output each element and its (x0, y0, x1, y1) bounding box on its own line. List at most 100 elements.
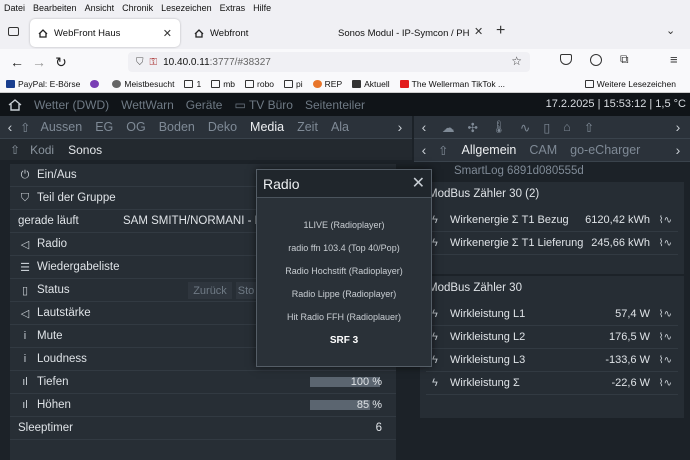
tab-media[interactable]: Media (250, 120, 284, 134)
pocket-icon[interactable] (560, 54, 572, 65)
tab-alarm[interactable]: Ala (331, 120, 349, 134)
bin-icon[interactable]: ▯ (543, 120, 550, 135)
subtab-kodi[interactable]: Kodi (30, 143, 54, 157)
bookmark-wellerman[interactable]: The Wellerman TikTok ... (399, 79, 505, 89)
bookmark-weitere[interactable]: Weitere Lesezeichen (584, 79, 676, 89)
menu-datei[interactable]: Datei (4, 3, 25, 13)
forward-button[interactable]: → (28, 54, 50, 70)
close-icon[interactable]: ✕ (163, 27, 172, 40)
tab-cam[interactable]: CAM (529, 143, 557, 157)
chevron-left-icon[interactable]: ‹ (414, 119, 434, 135)
bookmark-aktuell[interactable]: Aktuell (352, 79, 390, 89)
trend-icon[interactable]: ⌇∿ (659, 355, 672, 366)
trend-icon[interactable]: ⌇∿ (659, 215, 672, 226)
tab-label: WebFront Haus (54, 27, 121, 39)
bass-value: 100 % (350, 376, 382, 388)
tab-aussen[interactable]: Aussen (40, 120, 82, 134)
menu-chronik[interactable]: Chronik (122, 3, 153, 13)
meter-row: ϟ Wirkleistung Σ -22,6 W ⌇∿ (426, 372, 678, 395)
close-icon[interactable]: ✕ (412, 173, 425, 193)
bookmark-folder-robo[interactable]: robo (245, 79, 274, 89)
tree-icon[interactable]: ⇧ (20, 120, 30, 135)
status-stop-button[interactable]: Sto (236, 282, 256, 299)
radio-option[interactable]: 1LIVE (Radioplayer) (257, 220, 431, 230)
bolt-icon: ϟ (432, 308, 438, 320)
charger-icon[interactable]: ⌂ (563, 120, 571, 134)
bookmark-star-icon[interactable]: ☆ (511, 54, 522, 68)
radio-option[interactable]: Hit Radio FFH (Radioplauer) (257, 312, 431, 322)
new-tab-button[interactable]: + (496, 22, 505, 40)
chevron-left-icon[interactable]: ‹ (0, 119, 20, 135)
tree-icon[interactable]: ⇧ (584, 120, 594, 135)
bookmark-rep[interactable]: REP (312, 79, 342, 89)
tree-icon[interactable]: ⇧ (438, 143, 448, 158)
tab-go-echarger[interactable]: go-eCharger (570, 143, 640, 157)
tree-icon[interactable]: ⇧ (10, 143, 20, 157)
reload-button[interactable]: ↻ (50, 54, 72, 71)
radio-option[interactable]: Radio Hochstift (Radioplayer) (257, 266, 431, 276)
meter-row: ϟ Wirkleistung L2 176,5 W ⌇∿ (426, 326, 678, 349)
sleeptimer-value[interactable]: 6 (376, 422, 382, 434)
tab-sonos-modul[interactable]: Sonos Modul - IP-Symcon / PHP-M (330, 19, 470, 47)
url-bar[interactable]: ⛉ ⚿ 10.40.0.11 :3777/#38327 ☆ (128, 52, 530, 72)
bookmark-paypal[interactable]: PayPal: E-Börse (6, 79, 80, 89)
back-button[interactable]: ← (6, 54, 28, 70)
chevron-left-icon[interactable]: ‹ (414, 142, 434, 158)
bolt-icon: ϟ (432, 354, 438, 366)
tab-webfront[interactable]: Webfront (186, 19, 316, 47)
bookmark-folder-1[interactable]: 1 (184, 79, 201, 89)
close-icon[interactable]: ✕ (474, 25, 483, 38)
topnav-geraete[interactable]: Geräte (186, 98, 223, 112)
tab-webfront-haus[interactable]: WebFront Haus ✕ (30, 19, 180, 47)
trend-icon[interactable]: ⌇∿ (659, 378, 672, 389)
trend-icon[interactable]: ⌇∿ (659, 332, 672, 343)
radio-option-selected[interactable]: SRF 3 (257, 335, 431, 346)
modbus-box-title: ModBus Zähler 30 (428, 282, 522, 294)
topnav-wettwarn[interactable]: WettWarn (121, 98, 174, 112)
chevron-right-icon[interactable]: › (390, 119, 410, 135)
topnav-tv-buero[interactable]: ▭ TV Büro (234, 98, 292, 112)
radio-option[interactable]: Radio Lippe (Radioplayer) (257, 289, 431, 299)
app-menu-icon[interactable]: ≡ (670, 52, 678, 67)
wave-icon[interactable]: ∿ (520, 120, 530, 135)
folder-icon (184, 79, 194, 88)
menu-ansicht[interactable]: Ansicht (85, 3, 115, 13)
status-back-button[interactable]: Zurück (188, 282, 232, 299)
thermometer-icon[interactable]: 🌡 (491, 120, 507, 135)
menu-bearbeiten[interactable]: Bearbeiten (33, 3, 77, 13)
tab-list-icon[interactable]: ⌄ (666, 24, 675, 37)
tab-overview-icon[interactable] (8, 27, 19, 36)
folder-icon (211, 79, 221, 88)
tab-eg[interactable]: EG (95, 120, 113, 134)
menu-extras[interactable]: Extras (220, 3, 246, 13)
topnav-wetter[interactable]: Wetter (DWD) (34, 98, 109, 112)
subtab-sonos[interactable]: Sonos (68, 143, 102, 157)
tab-og[interactable]: OG (126, 120, 145, 134)
fan-icon[interactable]: ✣ (468, 120, 478, 135)
extensions-icon[interactable]: ⧉ (620, 52, 629, 67)
weather-icon[interactable]: ☁ (442, 120, 455, 135)
bookmark-folder-mb[interactable]: mb (211, 79, 235, 89)
home-icon[interactable] (8, 98, 22, 111)
chevron-right-icon[interactable]: › (668, 142, 688, 158)
smartlog-title: SmartLog 6891d080555d (454, 165, 584, 177)
bookmark-firefox[interactable] (90, 79, 102, 88)
radio-option[interactable]: radio ffn 103.4 (Top 40/Pop) (257, 243, 431, 253)
tab-zeit[interactable]: Zeit (297, 120, 318, 134)
account-icon[interactable] (590, 54, 602, 66)
bars-icon: ıl (22, 399, 28, 411)
bookmark-folder-pi[interactable]: pi (284, 79, 303, 89)
speaker-icon: ◁ (20, 307, 30, 320)
menu-lesezeichen[interactable]: Lesezeichen (161, 3, 212, 13)
info-icon: i (23, 353, 27, 365)
trend-icon[interactable]: ⌇∿ (659, 238, 672, 249)
info-icon: i (23, 330, 27, 342)
menu-hilfe[interactable]: Hilfe (253, 3, 271, 13)
trend-icon[interactable]: ⌇∿ (659, 309, 672, 320)
tab-boden[interactable]: Boden (159, 120, 195, 134)
topnav-seitenteiler[interactable]: Seitenteiler (305, 98, 365, 112)
tab-allgemein[interactable]: Allgemein (461, 143, 516, 157)
tab-deko[interactable]: Deko (208, 120, 237, 134)
bookmark-meistbesucht[interactable]: Meistbesucht (112, 79, 174, 89)
chevron-right-icon[interactable]: › (668, 119, 688, 135)
